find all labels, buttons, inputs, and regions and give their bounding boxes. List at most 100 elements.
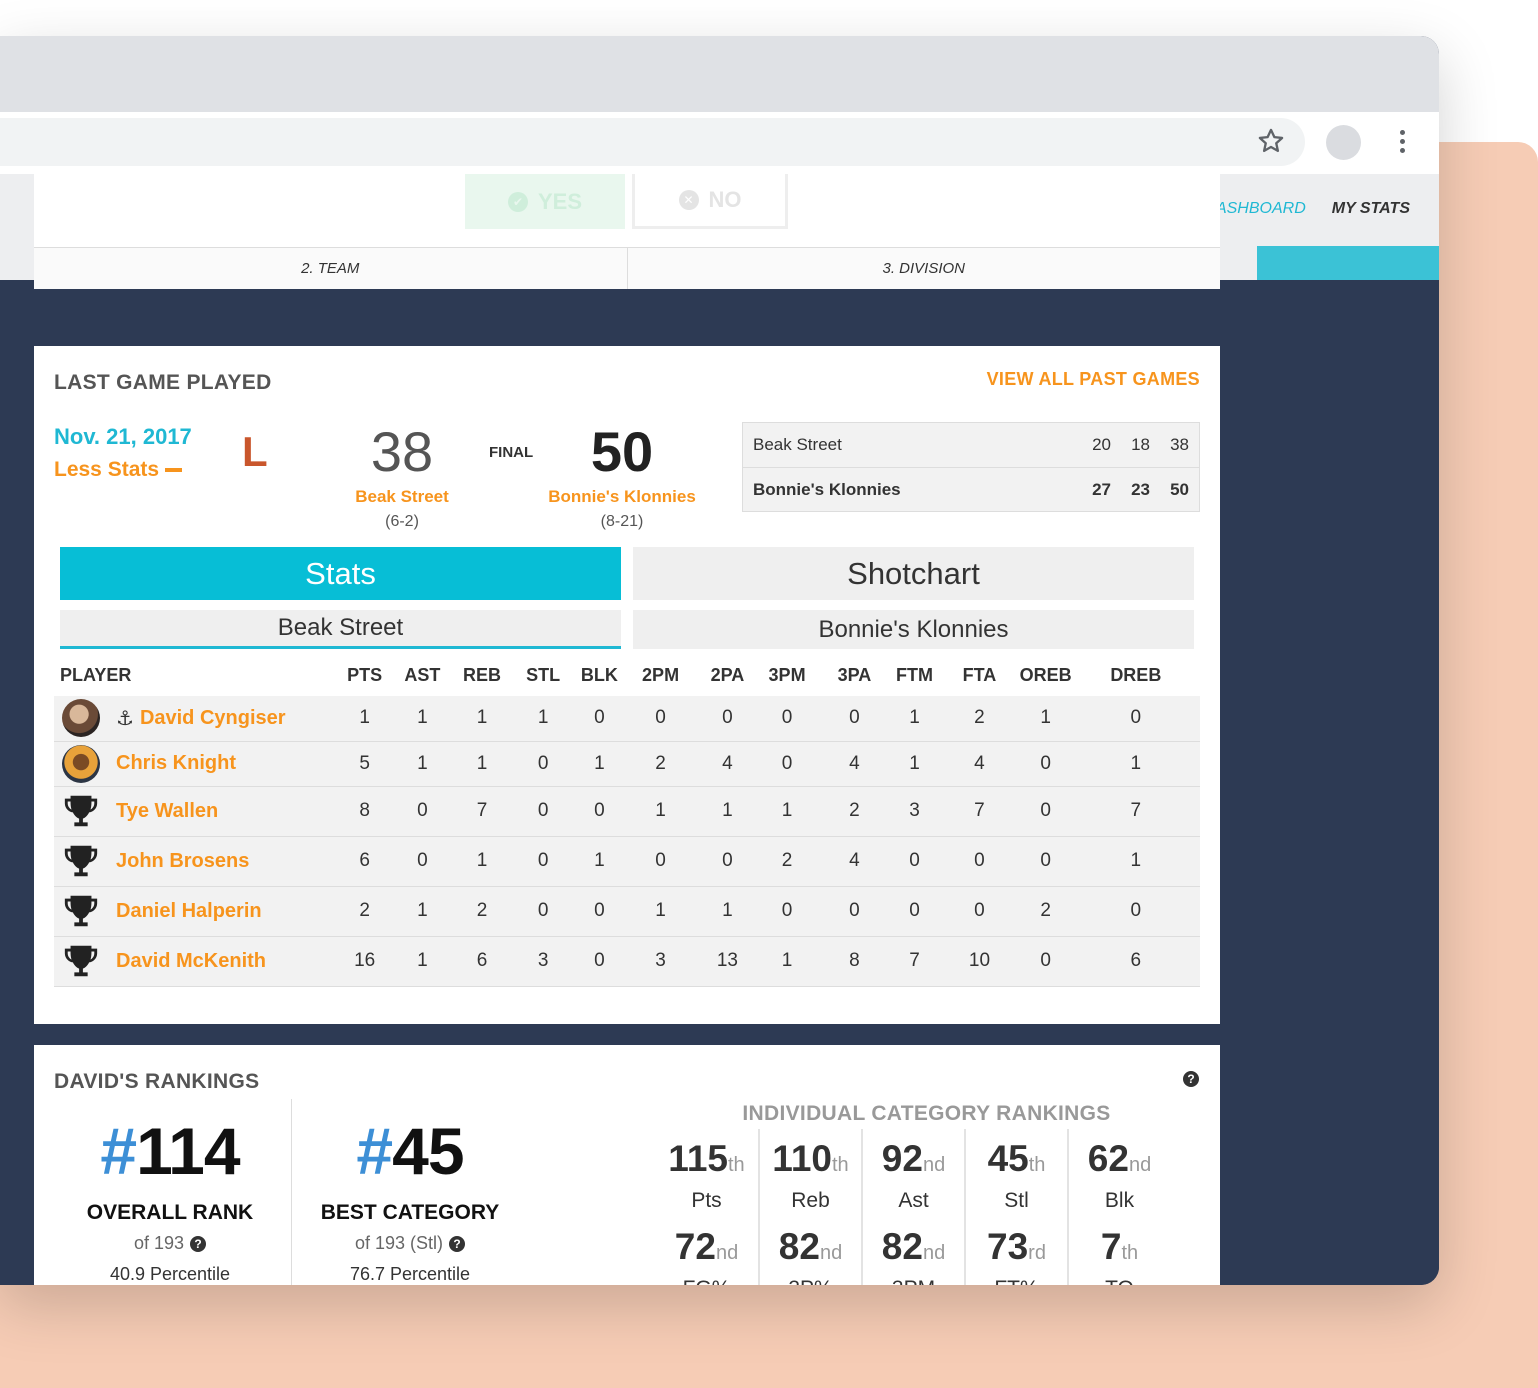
player-name-link[interactable]: David McKenith bbox=[116, 950, 266, 973]
stat-cell: 0 bbox=[389, 786, 456, 837]
stat-cell: 4 bbox=[939, 741, 1020, 787]
stat-cell: 2 bbox=[819, 786, 890, 837]
stat-cell: 0 bbox=[1019, 741, 1072, 787]
away-score-block: 50 Bonnie's Klonnies (8-21) bbox=[534, 421, 710, 531]
profile-avatar-icon[interactable] bbox=[1326, 125, 1361, 160]
stat-cell: 1 bbox=[389, 886, 456, 937]
tab-away-team[interactable]: Bonnie's Klonnies bbox=[633, 610, 1194, 649]
stat-cell: 0 bbox=[819, 696, 890, 742]
away-team-link[interactable]: Bonnie's Klonnies bbox=[534, 487, 710, 507]
column-header: STL bbox=[526, 664, 561, 685]
category-rank: 62nd Blk bbox=[1067, 1129, 1170, 1217]
stat-cell: 1 bbox=[389, 696, 456, 742]
browser-menu-icon[interactable] bbox=[1390, 126, 1414, 158]
table-row: Tye Wallen 8 0 7 0 0 1 1 1 2 3 7 0 7 bbox=[54, 786, 1200, 837]
column-header: 3PM bbox=[768, 664, 806, 685]
no-button[interactable]: ✕ NO bbox=[632, 174, 788, 229]
category-rank-number: 45th bbox=[987, 1138, 1046, 1179]
game-result: L bbox=[242, 428, 268, 475]
table-row: David McKenith 16 1 6 3 0 3 13 1 8 7 10 0 6 bbox=[54, 936, 1200, 987]
category-label: Reb bbox=[791, 1189, 830, 1212]
column-header: 3PA bbox=[837, 664, 872, 685]
stat-cell: 0 bbox=[621, 836, 700, 887]
stat-cell: 1 bbox=[699, 786, 756, 837]
stat-cell: 4 bbox=[819, 741, 890, 787]
tab-shotchart[interactable]: Shotchart bbox=[633, 547, 1194, 600]
stat-cell: 1 bbox=[339, 696, 390, 742]
less-stats-label: Less Stats bbox=[54, 458, 160, 481]
column-header: FTM bbox=[896, 664, 934, 685]
category-rankings-grid: 115th Pts 110th Reb 92nd Ast 45th Stl 62nd Blk 72n… bbox=[655, 1129, 1170, 1285]
player-cell: ⚓ David Cyngiser bbox=[54, 696, 340, 742]
stat-cell: 0 bbox=[508, 886, 578, 937]
yes-button[interactable]: ✔ YES bbox=[465, 174, 625, 229]
category-rank-number: 73rd bbox=[987, 1226, 1046, 1267]
game-date[interactable]: Nov. 21, 2017 bbox=[54, 424, 192, 450]
avatar bbox=[62, 744, 100, 783]
stat-cell: 0 bbox=[577, 886, 622, 937]
box-q1: 27 bbox=[1092, 479, 1111, 499]
player-name-link[interactable]: John Brosens bbox=[116, 850, 249, 873]
stat-cell: 1 bbox=[577, 836, 622, 887]
tab-team[interactable]: 2. TEAM bbox=[34, 248, 627, 289]
stat-cell: 2 bbox=[621, 741, 700, 787]
player-cell: David McKenith bbox=[54, 936, 340, 987]
tab-home-team[interactable]: Beak Street bbox=[60, 610, 621, 649]
trophy-icon bbox=[62, 942, 100, 980]
less-stats-toggle[interactable]: Less Stats bbox=[54, 458, 183, 482]
stat-cell: 0 bbox=[939, 886, 1020, 937]
stat-cell: 1 bbox=[455, 836, 509, 887]
standings-card: ✔ YES ✕ NO 2. TEAM 3. DIVISION bbox=[34, 174, 1220, 289]
stat-cell: 7 bbox=[939, 786, 1020, 837]
stat-cell: 1 bbox=[621, 786, 700, 837]
box-score: Beak Street 20 18 38 Bonnie's Klonnies 2… bbox=[742, 422, 1200, 512]
rank-divider bbox=[291, 1099, 292, 1285]
stat-cell: 7 bbox=[889, 936, 940, 987]
category-label: Pts bbox=[691, 1189, 722, 1212]
stat-cell: 0 bbox=[1019, 786, 1072, 837]
player-name-link[interactable]: Daniel Halperin bbox=[116, 900, 262, 923]
player-name-link[interactable]: Tye Wallen bbox=[116, 800, 218, 823]
stat-cell: 8 bbox=[819, 936, 890, 987]
player-name-link[interactable]: ⚓ David Cyngiser bbox=[116, 706, 286, 731]
home-record: (6-2) bbox=[385, 513, 419, 530]
category-label: 3P% bbox=[760, 1277, 861, 1285]
help-icon[interactable]: ? bbox=[449, 1235, 466, 1252]
help-icon[interactable]: ? bbox=[190, 1235, 207, 1252]
category-rank: 115th Pts bbox=[655, 1129, 758, 1217]
column-header: DREB bbox=[1110, 664, 1162, 685]
stat-cell: 0 bbox=[1019, 836, 1072, 887]
best-category-number: #45 bbox=[356, 1114, 464, 1188]
stat-cell: 1 bbox=[1019, 696, 1072, 742]
overall-percentile: 40.9 Percentile bbox=[109, 1264, 231, 1284]
browser-toolbar bbox=[0, 112, 1439, 174]
rankings-heading: DAVID'S RANKINGS bbox=[54, 1070, 260, 1093]
tab-division[interactable]: 3. DIVISION bbox=[626, 248, 1221, 289]
box-q2: 18 bbox=[1131, 435, 1150, 454]
player-name-link[interactable]: Chris Knight bbox=[116, 752, 236, 775]
category-rank-number: 115th bbox=[668, 1138, 745, 1179]
table-row: John Brosens 6 0 1 0 1 0 0 2 4 0 0 0 1 bbox=[54, 836, 1200, 887]
column-header: 2PM bbox=[642, 664, 680, 685]
nav-link-my-stats[interactable]: MY STATS bbox=[1332, 200, 1410, 218]
box-team: Beak Street bbox=[753, 435, 842, 454]
address-bar[interactable] bbox=[0, 118, 1305, 166]
home-team-link[interactable]: Beak Street bbox=[332, 487, 472, 507]
view-all-past-games-link[interactable]: VIEW ALL PAST GAMES bbox=[987, 369, 1200, 390]
category-rank: 82nd 3PM bbox=[861, 1217, 964, 1285]
stat-cell: 3 bbox=[508, 936, 578, 987]
category-rank-number: 62nd bbox=[1087, 1138, 1152, 1179]
tab-stats[interactable]: Stats bbox=[60, 547, 621, 600]
category-rank: 110th Reb bbox=[758, 1129, 861, 1217]
help-icon[interactable]: ? bbox=[1183, 1071, 1199, 1087]
category-label: TO bbox=[1069, 1277, 1170, 1285]
stat-cell: 3 bbox=[889, 786, 940, 837]
stat-cell: 1 bbox=[699, 886, 756, 937]
trophy-icon bbox=[62, 892, 100, 930]
stat-cell: 1 bbox=[1071, 836, 1200, 887]
stat-cell: 0 bbox=[1019, 936, 1072, 987]
stat-cell: 1 bbox=[455, 696, 509, 742]
bookmark-star-icon[interactable] bbox=[1257, 127, 1285, 155]
column-header: FTA bbox=[962, 664, 997, 685]
category-rankings-title: INDIVIDUAL CATEGORY RANKINGS bbox=[742, 1102, 1111, 1125]
